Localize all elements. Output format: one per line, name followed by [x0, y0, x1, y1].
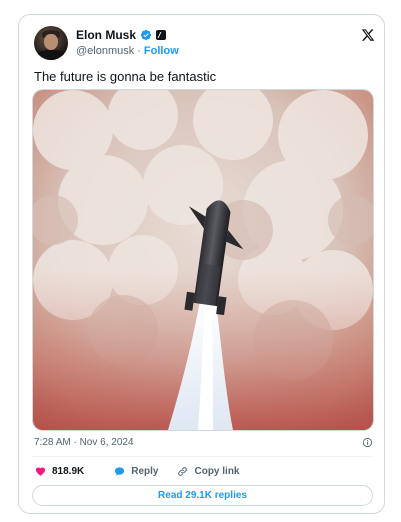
like-count: 818.9K: [52, 466, 85, 477]
author-handle-row: @elonmusk · Follow: [76, 44, 179, 57]
copy-link-label: Copy link: [194, 466, 240, 477]
author-name[interactable]: Elon Musk: [76, 28, 136, 42]
verified-badge-icon: [140, 29, 152, 41]
x-affiliate-badge-icon: [156, 30, 167, 40]
rocket-launch-image: [33, 90, 373, 430]
tweet-actions: 818.9K Reply Copy link: [35, 466, 240, 477]
x-logo-icon[interactable]: [361, 28, 375, 42]
reply-label: Reply: [131, 466, 159, 477]
tweet-timestamp[interactable]: 7:28 AM · Nov 6, 2024: [34, 437, 134, 448]
read-replies-button[interactable]: Read 29.1K replies: [32, 485, 373, 506]
reply-action[interactable]: Reply: [114, 466, 158, 477]
speech-bubble-icon: [115, 467, 125, 476]
author-name-row: Elon Musk: [76, 28, 167, 42]
copy-link-action[interactable]: Copy link: [177, 466, 240, 477]
avatar[interactable]: [34, 26, 68, 60]
like-action[interactable]: 818.9K: [35, 466, 84, 477]
follow-button[interactable]: Follow: [144, 45, 179, 57]
link-icon: [178, 467, 188, 476]
tweet-media-image[interactable]: [32, 89, 374, 431]
tweet-text: The future is gonna be fantastic: [34, 69, 217, 84]
info-icon[interactable]: [362, 437, 373, 448]
heart-icon: [35, 467, 46, 476]
tweet-card[interactable]: Elon Musk @elonmusk · Follow The future …: [18, 14, 385, 514]
author-handle[interactable]: @elonmusk: [76, 45, 134, 57]
separator: ·: [137, 44, 141, 57]
divider: [32, 456, 373, 457]
